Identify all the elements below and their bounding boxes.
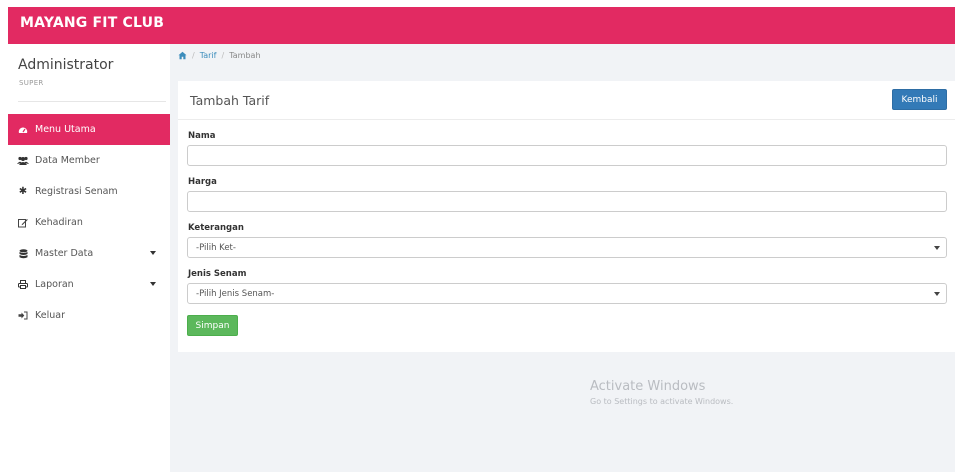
jenis-senam-label: Jenis Senam bbox=[188, 269, 247, 279]
keterangan-label: Keterangan bbox=[188, 223, 244, 233]
keterangan-select[interactable]: -Pilih Ket- bbox=[187, 237, 947, 258]
chevron-down-icon bbox=[934, 246, 940, 250]
sidebar-item-label: Master Data bbox=[35, 248, 94, 259]
users-icon bbox=[16, 156, 30, 165]
sidebar-item-label: Keluar bbox=[35, 310, 65, 321]
dashboard-icon bbox=[16, 125, 30, 134]
sidebar-item-label: Kehadiran bbox=[35, 217, 83, 228]
page-title: Tambah Tarif bbox=[190, 93, 270, 108]
windows-activation-watermark: Activate Windows Go to Settings to activ… bbox=[590, 379, 733, 406]
sidebar-item-data-member[interactable]: Data Member bbox=[8, 145, 170, 176]
sidebar-item-laporan[interactable]: Laporan bbox=[8, 269, 170, 300]
jenis-senam-selected-value: -Pilih Jenis Senam- bbox=[196, 288, 275, 299]
sign-out-icon bbox=[16, 311, 30, 320]
watermark-title: Activate Windows bbox=[590, 379, 706, 394]
sidebar-item-kehadiran[interactable]: Kehadiran bbox=[8, 207, 170, 238]
brand-title[interactable]: MAYANG FIT CLUB bbox=[20, 7, 164, 40]
edit-icon bbox=[16, 218, 30, 228]
keterangan-selected-value: -Pilih Ket- bbox=[196, 242, 236, 253]
breadcrumb-link-tarif[interactable]: Tarif bbox=[200, 51, 217, 60]
breadcrumb-current: Tambah bbox=[229, 51, 261, 60]
card-divider bbox=[178, 119, 955, 120]
print-icon bbox=[16, 280, 30, 289]
sidebar-item-label: Menu Utama bbox=[35, 124, 96, 135]
sidebar-item-menu-utama[interactable]: Menu Utama bbox=[8, 114, 170, 145]
chevron-down-icon bbox=[934, 292, 940, 296]
nama-input[interactable] bbox=[187, 145, 947, 166]
watermark-subtitle: Go to Settings to activate Windows. bbox=[590, 397, 734, 406]
main-content: / Tarif / Tambah Tambah Tarif Kembali Na… bbox=[170, 44, 955, 472]
sidebar: Administrator SUPER Menu Utama Data Memb… bbox=[8, 44, 170, 472]
gear-icon: ✱ bbox=[18, 186, 28, 197]
sidebar-item-master-data[interactable]: Master Data bbox=[8, 238, 170, 269]
sidebar-item-label: Laporan bbox=[35, 279, 74, 290]
harga-input[interactable] bbox=[187, 191, 947, 212]
database-icon bbox=[16, 248, 30, 259]
user-role: SUPER bbox=[19, 79, 44, 87]
user-name: Administrator bbox=[18, 57, 114, 73]
sidebar-item-label: Data Member bbox=[35, 155, 100, 166]
save-button[interactable]: Simpan bbox=[187, 315, 238, 336]
breadcrumb: / Tarif / Tambah bbox=[178, 51, 261, 60]
sidebar-item-label: Registrasi Senam bbox=[35, 186, 118, 197]
sidebar-divider bbox=[18, 101, 166, 102]
form-card: Tambah Tarif Kembali Nama Harga Keterang… bbox=[178, 81, 955, 352]
chevron-down-icon bbox=[150, 282, 156, 286]
top-navbar: MAYANG FIT CLUB bbox=[8, 7, 955, 44]
jenis-senam-select[interactable]: -Pilih Jenis Senam- bbox=[187, 283, 947, 304]
harga-label: Harga bbox=[188, 177, 217, 187]
nama-label: Nama bbox=[188, 131, 216, 141]
chevron-down-icon bbox=[150, 251, 156, 255]
sidebar-menu: Menu Utama Data Member ✱ Registrasi Sena… bbox=[8, 114, 170, 331]
sidebar-item-keluar[interactable]: Keluar bbox=[8, 300, 170, 331]
breadcrumb-separator: / bbox=[192, 51, 195, 60]
sidebar-item-registrasi-senam[interactable]: ✱ Registrasi Senam bbox=[8, 176, 170, 207]
back-button[interactable]: Kembali bbox=[892, 89, 947, 110]
breadcrumb-separator: / bbox=[221, 51, 225, 60]
home-icon[interactable] bbox=[178, 51, 187, 60]
